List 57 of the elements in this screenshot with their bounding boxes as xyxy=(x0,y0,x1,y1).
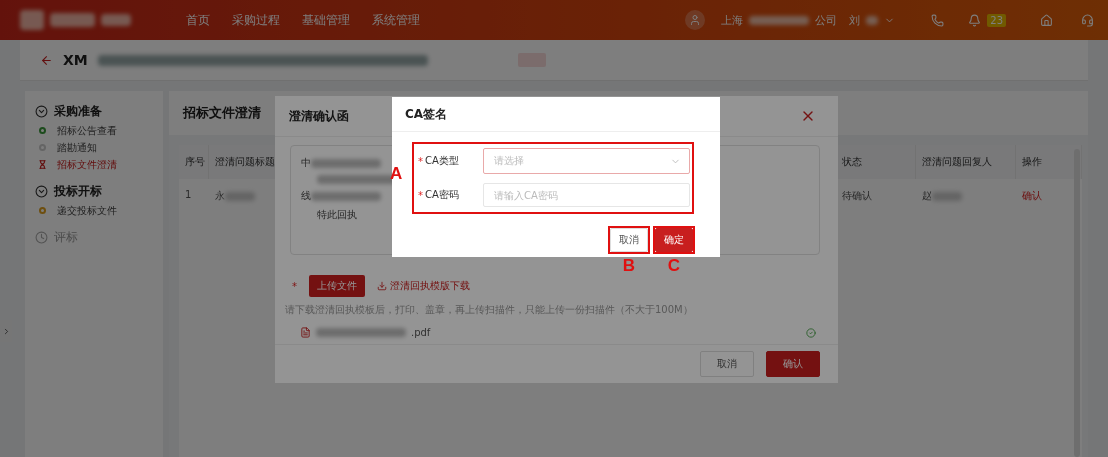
column-header: 状态 xyxy=(836,145,916,179)
table-cell: 永 xyxy=(215,190,225,201)
redacted-text xyxy=(749,15,810,25)
company-name-end: 公司 xyxy=(815,12,838,28)
download-icon[interactable] xyxy=(377,281,387,291)
required-mark: * xyxy=(418,155,423,167)
step-item[interactable]: 招标文件澄清 xyxy=(57,157,117,172)
column-header: 澄清问题回复人 xyxy=(916,145,1016,179)
password-field[interactable]: 请输入CA密码 xyxy=(483,183,690,207)
column-header: 序号 xyxy=(179,145,209,179)
redacted-text xyxy=(866,15,879,25)
phone-icon[interactable] xyxy=(931,13,945,27)
table-cell-text: 1 xyxy=(184,188,193,202)
step-item[interactable]: 招标公告查看 xyxy=(57,123,117,138)
redacted-text xyxy=(311,158,381,168)
notification-badge: 23 xyxy=(987,13,1006,27)
nav-item[interactable]: 系统管理 xyxy=(372,11,420,29)
upload-button[interactable]: 上传文件 xyxy=(309,275,365,297)
required-mark: * xyxy=(292,280,297,292)
letter-closing: 特此回执 xyxy=(317,208,357,222)
pdf-icon xyxy=(300,327,311,338)
nav-item[interactable]: 基础管理 xyxy=(302,11,350,29)
dialog-title: CA签名 xyxy=(405,105,448,123)
step-group-title[interactable]: 采购准备 xyxy=(54,103,102,120)
redacted-text xyxy=(311,191,381,201)
back-icon[interactable] xyxy=(40,53,53,67)
letter-text: 中 xyxy=(301,156,311,170)
step-group-title[interactable]: 投标开标 xyxy=(54,183,102,200)
nav-item[interactable]: 首页 xyxy=(186,11,210,29)
check-icon xyxy=(806,327,816,338)
download-link[interactable]: 澄清回执模版下载 xyxy=(390,279,470,293)
user-name: 刘 xyxy=(849,12,861,28)
confirm-button[interactable]: 确定 xyxy=(655,228,693,252)
company-name: 上海 xyxy=(721,12,744,28)
nav-item[interactable]: 采购过程 xyxy=(232,11,280,29)
bell-icon[interactable] xyxy=(968,13,982,27)
letter-text: 线 xyxy=(301,189,311,203)
section-title: 招标文件澄清 xyxy=(183,104,261,122)
table-cell: 赵 xyxy=(922,190,932,201)
required-mark: * xyxy=(418,189,423,201)
confirm-link[interactable]: 确认 xyxy=(1016,179,1082,213)
file-name[interactable]: .pdf xyxy=(411,327,431,338)
annotation-letter: C xyxy=(667,256,681,276)
confirm-button[interactable]: 确认 xyxy=(766,351,820,377)
home-icon[interactable] xyxy=(1040,13,1053,27)
project-code: XM xyxy=(63,52,88,68)
step-item[interactable]: 递交投标文件 xyxy=(57,203,117,218)
dialog-title: 澄清确认函 xyxy=(289,107,349,125)
annotation-letter: B xyxy=(622,256,636,276)
cancel-button[interactable]: 取消 xyxy=(610,228,648,252)
headset-icon[interactable] xyxy=(1081,13,1094,27)
column-header: 操作 xyxy=(1016,145,1082,179)
field-label: CA类型 xyxy=(425,154,460,168)
step-item[interactable]: 踏勘通知 xyxy=(57,140,97,155)
field-label: CA密码 xyxy=(425,188,460,202)
table-cell-text: 待确认 xyxy=(841,189,873,203)
cancel-button[interactable]: 取消 xyxy=(700,351,754,377)
